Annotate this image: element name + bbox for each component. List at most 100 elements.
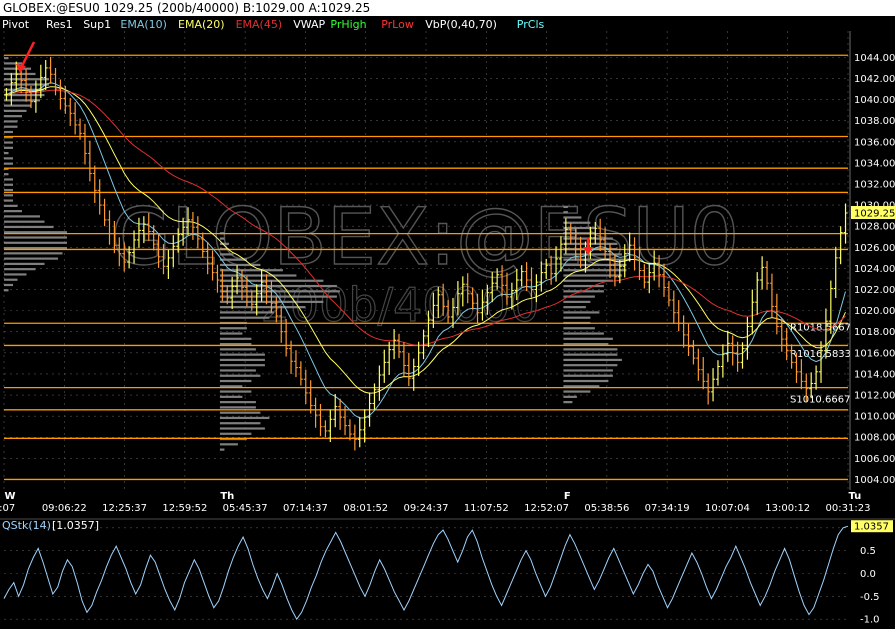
volume-profile-bar [4, 104, 31, 107]
volume-profile-bar [563, 353, 618, 356]
legend-item-vbp-0-40-70-: VbP(0,40,70) [425, 18, 497, 31]
volume-profile-bar [219, 443, 238, 446]
volume-profile-bar [563, 358, 622, 362]
volume-profile-bar [4, 220, 45, 223]
volume-profile-bar [563, 311, 600, 314]
price-tick-label: 1014.00 [854, 369, 895, 380]
volume-profile-bar [219, 348, 256, 351]
qstk-tick-label: 0.5 [860, 546, 876, 557]
price-tick-label: 1040.00 [854, 95, 895, 106]
time-tick-label: 05:45:37 [223, 503, 268, 514]
price-tick-label: 1034.00 [854, 158, 895, 169]
volume-profile-bar [563, 211, 568, 214]
price-tick-label: 1008.00 [854, 433, 895, 444]
time-tick-label: 10:07:04 [705, 503, 750, 514]
volume-profile-bar [563, 306, 586, 309]
volume-profile-bar [219, 327, 247, 330]
volume-profile-bar [219, 253, 234, 256]
volume-profile-bar [219, 237, 225, 240]
price-tick-label: 1006.00 [854, 454, 895, 465]
qstk-tick-label: -0.5 [860, 592, 880, 603]
day-label: Tu [848, 491, 861, 502]
volume-profile-bar [219, 448, 225, 451]
day-label: F [564, 491, 571, 502]
volume-profile-bar [4, 99, 40, 102]
volume-profile-bar [219, 242, 229, 245]
indicator-legend: Pivot Res1 Sup1 EMA(10) EMA(20) EMA(45) VWAP Pr… [2, 18, 544, 31]
price-tick-label: 1024.00 [854, 264, 895, 275]
volume-profile-bar [4, 62, 22, 65]
volume-profile-bar [4, 120, 18, 123]
volume-profile-bar [4, 204, 18, 207]
legend-item-ema-10-: EMA(10) [120, 18, 167, 31]
volume-profile-bar [563, 379, 609, 383]
volume-profile-bar [4, 157, 13, 160]
volume-profile-bar [4, 210, 22, 213]
price-tick-label: 1012.00 [854, 391, 895, 402]
volume-profile-bar [219, 401, 256, 404]
volume-profile-bar [4, 283, 13, 287]
volume-profile-bar [4, 67, 31, 70]
volume-profile-bar [4, 278, 18, 281]
volume-profile-bar [563, 395, 577, 398]
time-tick-label: 07:34:19 [645, 503, 690, 514]
time-tick-label: 07:14:37 [283, 503, 328, 514]
volume-profile-bar [563, 364, 618, 367]
volume-profile-bar [563, 263, 627, 267]
volume-profile-bar [563, 327, 595, 330]
price-tick-label: 1018.00 [854, 327, 895, 338]
time-tick-label: 11:07:52 [464, 503, 509, 514]
time-tick-label: 12:59:52 [162, 503, 207, 514]
volume-profile-bar [563, 221, 591, 224]
volume-profile-bar [4, 268, 36, 271]
volume-profile-bar [219, 374, 261, 377]
volume-profile-bar [563, 205, 568, 209]
qstk-tick-label: -1.0 [860, 615, 880, 626]
volume-profile-bar [563, 258, 631, 261]
volume-profile-bar [4, 194, 13, 197]
price-chart[interactable]: GLOBEX:@ESU0 200b/40000 R1018.5667R1016.… [0, 16, 895, 629]
volume-profile-bar [563, 401, 573, 404]
volume-profile-bar [4, 241, 67, 244]
legend-item-prlow: PrLow [381, 18, 414, 31]
price-tick-label: 1004.00 [854, 475, 895, 486]
day-label: Th [220, 491, 234, 502]
qstk-legend-label: QStk(14) [2, 519, 51, 532]
last-price-label: 1029.25 [854, 209, 895, 220]
volume-profile-bar [4, 225, 54, 229]
volume-profile-bar [219, 427, 265, 430]
legend-item-pivot: Pivot [2, 18, 30, 31]
price-tick-label: 1022.00 [854, 285, 895, 296]
volume-profile-bar [219, 337, 252, 340]
volume-profile-bar [219, 395, 243, 398]
legend-item-vwap: VWAP [293, 18, 325, 31]
volume-profile-bar [219, 411, 261, 414]
volume-profile-bar [4, 273, 27, 276]
volume-profile-bar [563, 374, 613, 377]
volume-profile-bar [563, 332, 604, 335]
volume-profile-bar [563, 316, 591, 319]
volume-profile-bar [4, 162, 13, 165]
price-tick-label: 1016.00 [854, 348, 895, 359]
time-tick-label: 0:07 [0, 503, 15, 514]
qstk-value-label: [1.0357] [52, 519, 99, 532]
volume-profile-bar [4, 152, 9, 155]
volume-profile-bar [219, 369, 256, 372]
volume-profile-bar [219, 390, 252, 393]
legend-item-sup1: Sup1 [83, 18, 111, 31]
volume-profile-bar [219, 316, 270, 319]
volume-profile-bar [4, 183, 13, 186]
time-tick-label: 13:00:12 [765, 503, 810, 514]
volume-profile-bar [219, 332, 243, 335]
price-tick-label: 1042.00 [854, 74, 895, 85]
price-tick-label: 1032.00 [854, 180, 895, 191]
volume-profile-bar [4, 252, 63, 255]
time-tick-label: 09:06:22 [42, 503, 87, 514]
volume-profile-bar [4, 141, 13, 144]
pivot-level-label: R1018.5667 [790, 323, 851, 334]
price-tick-label: 1010.00 [854, 412, 895, 423]
price-tick-label: 1026.00 [854, 243, 895, 254]
qstk-last-value: 1.0357 [854, 522, 889, 533]
time-tick-label: 12:52:07 [524, 503, 569, 514]
price-tick-label: 1028.00 [854, 222, 895, 233]
